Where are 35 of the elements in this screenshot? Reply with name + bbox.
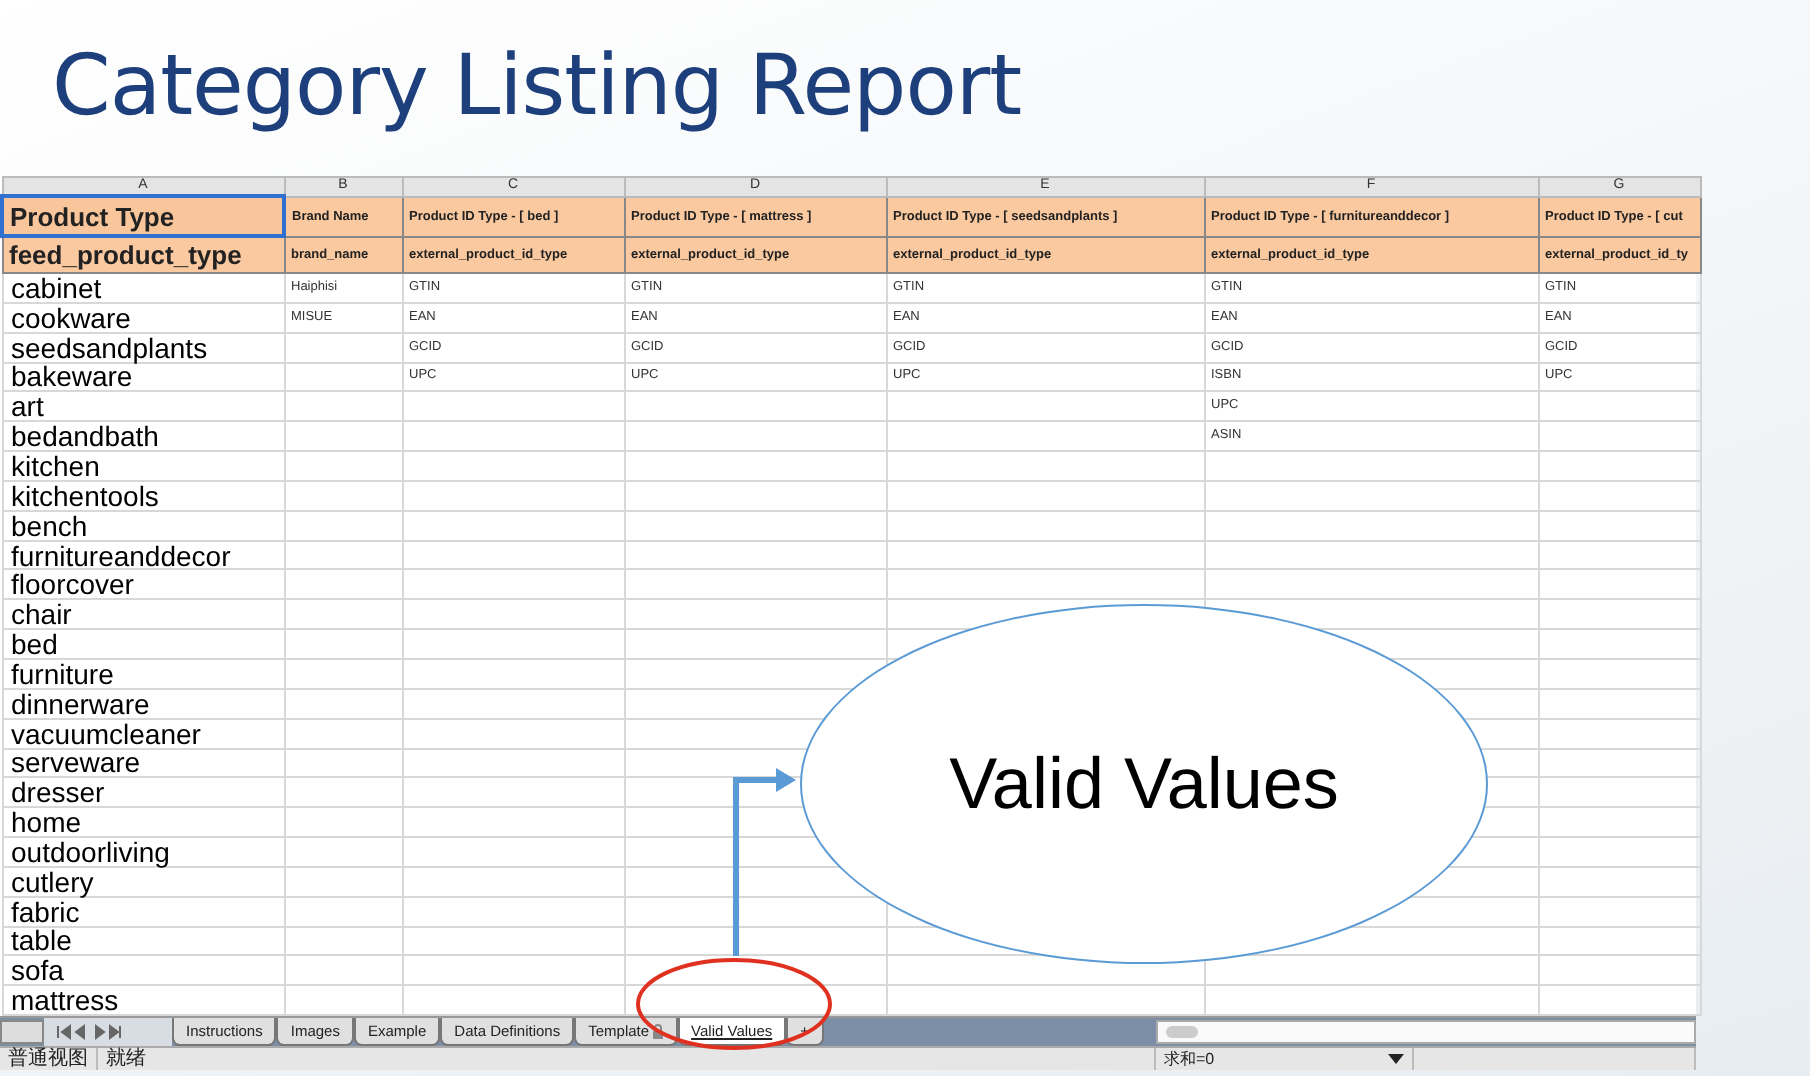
table-cell: cabinet (2, 273, 284, 303)
header-cell: Product Type (2, 196, 284, 236)
table-cell: table (2, 926, 284, 956)
table-cell: chair (2, 599, 284, 630)
table-cell: kitchentools (2, 480, 284, 511)
lock-icon (651, 1023, 664, 1040)
table-cell: fabric (2, 896, 284, 927)
status-text: 就绪 (98, 1048, 1156, 1071)
table-cell: bedandbath (2, 421, 284, 452)
grid-view-icon[interactable] (0, 1020, 44, 1045)
table-cell: serveware (2, 748, 284, 778)
table-cell: furnitureanddecor (2, 540, 284, 570)
table-cell: bed (2, 629, 284, 659)
sum-readout[interactable]: 求和=0 (1156, 1048, 1414, 1071)
table-cell: bakeware (2, 362, 284, 392)
table-cell: home (2, 807, 284, 838)
table-cell: sofa (2, 955, 284, 986)
table-cell: vacuumcleaner (2, 718, 284, 748)
table-cell: cutlery (2, 866, 284, 897)
table-cell: bench (2, 510, 284, 541)
slide-title: Category Listing Report (50, 34, 1024, 136)
table-cell: furniture (2, 658, 284, 689)
table-cell: seedsandplants (2, 332, 284, 363)
header-cell: feed_product_type (2, 236, 284, 273)
table-cell: outdoorliving (2, 837, 284, 867)
table-cell: dresser (2, 777, 284, 808)
table-cell: cookware (2, 302, 284, 333)
view-mode-label: 普通视图 (0, 1048, 98, 1071)
sheet-nav-arrows-icon[interactable] (56, 1024, 124, 1041)
horizontal-scrollbar[interactable] (1156, 1020, 1696, 1045)
table-cell: floorcover (2, 569, 284, 600)
table-cell: art (2, 391, 284, 422)
table-cell: dinnerware (2, 688, 284, 719)
dropdown-caret-icon (1388, 1054, 1404, 1065)
table-cell: kitchen (2, 451, 284, 481)
